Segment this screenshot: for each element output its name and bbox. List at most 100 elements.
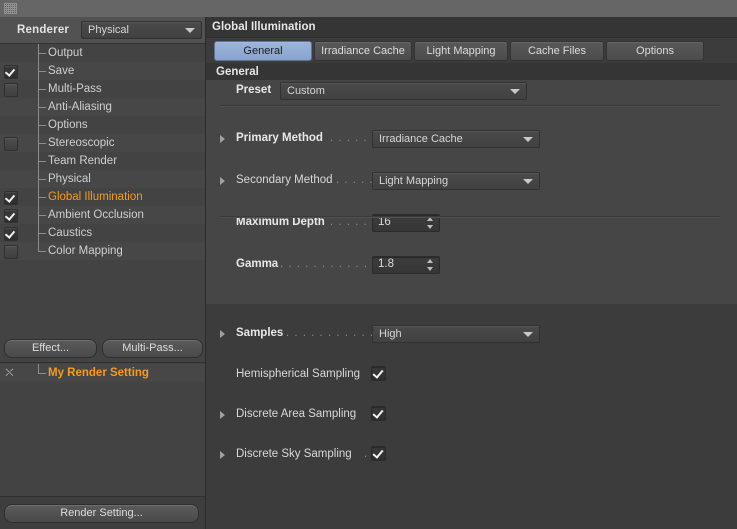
expand-triangle-icon[interactable] xyxy=(220,451,225,459)
tab-general[interactable]: General xyxy=(214,40,312,61)
primary-method-value: Irradiance Cache xyxy=(379,133,463,145)
tab-cache-files[interactable]: Cache Files xyxy=(510,40,604,61)
tab-light-mapping[interactable]: Light Mapping xyxy=(414,40,508,61)
sidebar-item-output[interactable]: Output xyxy=(0,44,205,62)
render-setting-name: My Render Setting xyxy=(48,367,149,379)
sidebar-item-global-illumination[interactable]: Global Illumination xyxy=(0,188,205,206)
discrete-sky-sampling-dots: . xyxy=(364,448,369,460)
multi-pass-button[interactable]: Multi-Pass... xyxy=(102,339,203,358)
sidebar-item-checkbox[interactable] xyxy=(4,227,18,241)
section-divider xyxy=(220,105,720,107)
tree-branch-line xyxy=(38,62,47,80)
renderer-dropdown-value: Physical xyxy=(88,24,129,36)
primary-method-dropdown[interactable]: Irradiance Cache xyxy=(372,130,540,148)
gamma-value: 1.8 xyxy=(378,258,394,270)
sidebar-item-checkbox[interactable] xyxy=(4,83,18,97)
samples-label: Samples xyxy=(236,327,284,339)
sidebar-item-checkbox[interactable] xyxy=(4,191,18,205)
gamma-label: Gamma xyxy=(236,258,279,270)
samples-value: High xyxy=(379,328,402,340)
tree-branch-line xyxy=(38,98,47,116)
settings-content: Preset Custom Primary Method . . . . . .… xyxy=(206,80,737,461)
page-title: Global Illumination xyxy=(212,21,316,33)
discrete-sky-sampling-label: Discrete Sky Sampling xyxy=(236,448,352,460)
sidebar: Renderer Physical Output Save Multi-Pass An… xyxy=(0,17,206,529)
tree-branch-line xyxy=(38,152,47,170)
sidebar-item-stereoscopic[interactable]: Stereoscopic xyxy=(0,134,205,152)
samples-dots: . . . . . . . . . . . . xyxy=(286,327,383,339)
sidebar-item-checkbox[interactable] xyxy=(4,245,18,259)
chevron-down-icon xyxy=(185,28,195,33)
sidebar-item-multi-pass[interactable]: Multi-Pass xyxy=(0,80,205,98)
sidebar-item-team-render[interactable]: Team Render xyxy=(0,152,205,170)
sidebar-item-checkbox[interactable] xyxy=(4,137,18,151)
expand-triangle-icon[interactable] xyxy=(220,330,225,338)
tree-branch-line xyxy=(38,188,47,206)
sidebar-item-label: Physical xyxy=(48,173,91,185)
section-divider xyxy=(220,216,720,218)
renderer-dropdown[interactable]: Physical xyxy=(81,21,202,39)
field-hemispherical-sampling: Hemispherical Sampling xyxy=(206,344,737,381)
sidebar-item-label: Anti-Aliasing xyxy=(48,101,112,113)
tree-branch-line xyxy=(38,206,47,224)
render-settings-tree: Output Save Multi-Pass Anti-Aliasing Options… xyxy=(0,43,205,260)
render-setting-button[interactable]: Render Setting... xyxy=(4,504,199,523)
sidebar-item-save[interactable]: Save xyxy=(0,62,205,80)
tree-branch-line xyxy=(38,134,47,152)
tab-irradiance-cache[interactable]: Irradiance Cache xyxy=(314,40,412,61)
sidebar-item-checkbox[interactable] xyxy=(4,65,18,79)
sidebar-item-caustics[interactable]: Caustics xyxy=(0,224,205,242)
primary-method-dots: . . . . . . xyxy=(330,132,377,144)
panel-title-bar: Global Illumination xyxy=(206,17,737,38)
renderer-row: Renderer Physical xyxy=(0,17,205,44)
tree-branch-line xyxy=(38,364,47,382)
sidebar-item-label: Team Render xyxy=(48,155,118,167)
preset-dropdown-value: Custom xyxy=(287,85,325,97)
sidebar-item-color-mapping[interactable]: Color Mapping xyxy=(0,242,205,260)
field-gamma: Gamma . . . . . . . . . . . . . 1.8 xyxy=(206,191,737,274)
sidebar-item-label: Multi-Pass xyxy=(48,83,102,95)
render-setting-row[interactable]: ⛌ My Render Setting xyxy=(0,364,205,382)
render-setting-icon: ⛌ xyxy=(5,367,14,379)
sidebar-footer: Render Setting... xyxy=(0,496,205,529)
stepper-arrows-icon[interactable] xyxy=(427,217,434,229)
sidebar-item-label: Save xyxy=(48,65,75,77)
effect-button[interactable]: Effect... xyxy=(4,339,97,358)
field-preset: Preset Custom xyxy=(206,80,737,101)
sidebar-item-checkbox[interactable] xyxy=(4,209,18,223)
tab-options[interactable]: Options xyxy=(606,40,704,61)
sidebar-item-ambient-occlusion[interactable]: Ambient Occlusion xyxy=(0,206,205,224)
sidebar-item-anti-aliasing[interactable]: Anti-Aliasing xyxy=(0,98,205,116)
stepper-arrows-icon[interactable] xyxy=(427,259,434,271)
expand-triangle-icon[interactable] xyxy=(220,411,225,419)
preset-label: Preset xyxy=(236,84,272,96)
expand-triangle-icon[interactable] xyxy=(220,135,225,143)
field-maximum-depth: Maximum Depth . . . . . . 16 xyxy=(206,170,737,232)
group-header: General xyxy=(206,63,737,81)
sidebar-item-options[interactable]: Options xyxy=(0,116,205,134)
chevron-down-icon xyxy=(510,89,520,94)
discrete-area-sampling-checkbox[interactable] xyxy=(371,406,386,421)
preset-dropdown[interactable]: Custom xyxy=(280,82,527,100)
render-settings-window: Renderer Physical Output Save Multi-Pass An… xyxy=(0,0,737,529)
gamma-dots: . . . . . . . . . . . . . xyxy=(280,258,385,270)
group-header-label: General xyxy=(216,65,259,78)
samples-dropdown[interactable]: High xyxy=(372,325,540,343)
sidebar-item-label: Ambient Occlusion xyxy=(48,209,144,221)
tab-bar: General Irradiance Cache Light Mapping Cach… xyxy=(206,38,737,63)
gamma-stepper[interactable]: 1.8 xyxy=(372,256,440,274)
discrete-area-sampling-label: Discrete Area Sampling xyxy=(236,408,357,420)
chevron-down-icon xyxy=(523,137,533,142)
tree-branch-line xyxy=(38,80,47,98)
discrete-sky-sampling-checkbox[interactable] xyxy=(371,446,386,461)
sidebar-item-label: Caustics xyxy=(48,227,93,239)
grip-dots-icon[interactable] xyxy=(4,3,17,14)
chevron-down-icon xyxy=(523,332,533,337)
sidebar-item-label: Options xyxy=(48,119,88,131)
sidebar-item-physical[interactable]: Physical xyxy=(0,170,205,188)
sidebar-item-label: Output xyxy=(48,47,83,59)
primary-method-label: Primary Method xyxy=(236,132,323,144)
tree-branch-line xyxy=(38,170,47,188)
sidebar-item-label: Stereoscopic xyxy=(48,137,115,149)
settings-panel: Global Illumination General Irradiance Ca… xyxy=(206,17,737,529)
